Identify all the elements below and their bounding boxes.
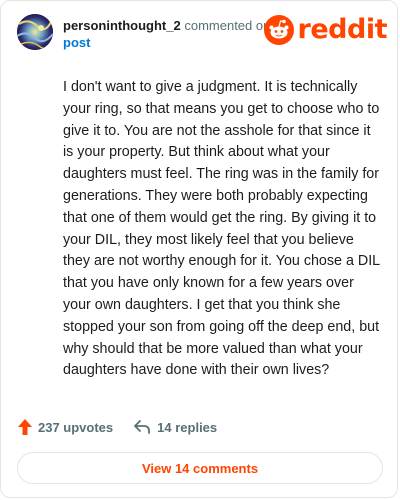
commented-on-text: commented on (184, 18, 271, 33)
post-link[interactable]: post (63, 35, 90, 50)
comment-header: personinthought_2 commented on post redd… (17, 13, 388, 53)
upvotes-count: 237 upvotes (38, 419, 114, 435)
upvote-arrow-icon (18, 419, 32, 435)
reply-arrow-icon (134, 420, 151, 434)
upvote-button[interactable]: 237 upvotes (17, 418, 113, 436)
reddit-wordmark: reddit (297, 14, 388, 45)
comment-body: I don't want to give a judgment. It is t… (63, 79, 380, 379)
avatar-image (17, 14, 53, 50)
comment-meta: personinthought_2 commented on post (63, 17, 273, 51)
user-avatar[interactable] (17, 14, 53, 50)
username-link[interactable]: personinthought_2 (63, 18, 181, 33)
comment-actions: 237 upvotes 14 replies (17, 415, 217, 439)
comment-card: personinthought_2 commented on post redd… (0, 0, 398, 498)
reddit-logo[interactable]: reddit (263, 14, 388, 45)
view-comments-button[interactable]: View 14 comments (17, 452, 383, 484)
replies-count: 14 replies (157, 419, 218, 435)
reddit-snoo-icon (263, 15, 294, 45)
replies-button[interactable]: 14 replies (133, 419, 217, 435)
